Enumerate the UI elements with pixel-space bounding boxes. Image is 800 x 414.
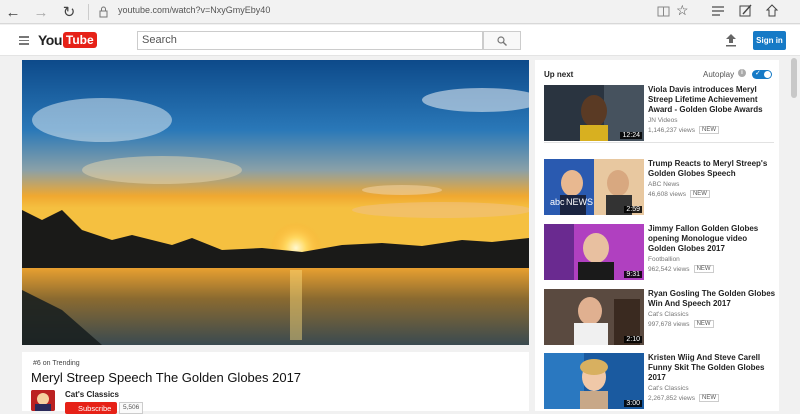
list-item[interactable]: 9:31 Jimmy Fallon Golden Globes opening … <box>544 224 774 280</box>
youtube-logo[interactable]: You Tube <box>38 31 97 49</box>
video-info-panel: #6 on Trending Meryl Streep Speech The G… <box>22 352 529 414</box>
scrollbar-thumb[interactable] <box>791 58 797 98</box>
search-button[interactable] <box>483 31 521 50</box>
list-item[interactable]: 12:24 Viola Davis introduces Meryl Stree… <box>544 85 774 141</box>
search-input[interactable]: Search <box>137 31 483 50</box>
address-bar[interactable]: youtube.com/watch?v=NxyGmyEby40 <box>118 5 270 15</box>
view-count: 962,542 views <box>648 265 690 273</box>
video-duration: 9:31 <box>624 271 642 278</box>
upload-icon[interactable] <box>725 33 737 47</box>
svg-text:abc: abc <box>550 197 565 207</box>
view-count: 997,678 views <box>648 320 690 328</box>
list-item[interactable]: abc NEWS 2:59 Trump Reacts to Meryl Stree… <box>544 159 774 215</box>
video-meta: 997,678 views NEW <box>648 320 714 328</box>
favorite-star-icon[interactable]: ☆ <box>676 2 689 19</box>
new-badge: NEW <box>698 394 719 402</box>
new-badge: NEW <box>693 265 714 273</box>
view-count: 2,267,852 views <box>648 394 695 402</box>
list-item[interactable]: 2:10 Ryan Gosling The Golden Globes Win … <box>544 289 776 345</box>
divider <box>544 142 774 143</box>
new-badge: NEW <box>693 320 714 328</box>
channel-name: ABC News <box>648 181 680 188</box>
video-duration: 2:59 <box>624 206 642 213</box>
view-count: 1,146,237 views <box>648 126 695 134</box>
web-note-icon[interactable] <box>739 4 752 18</box>
video-title[interactable]: Viola Davis introduces Meryl Streep Life… <box>648 85 776 115</box>
svg-text:NEWS: NEWS <box>566 197 593 207</box>
autoplay-label: Autoplay <box>703 70 735 79</box>
subscriber-count: 5,506 <box>119 402 144 414</box>
video-thumbnail[interactable]: 9:31 <box>544 224 644 280</box>
video-thumbnail[interactable]: 12:24 <box>544 85 644 141</box>
video-title[interactable]: Kristen Wiig And Steve Carell Funny Skit… <box>648 353 776 383</box>
browser-toolbar: ← → ↻ youtube.com/watch?v=NxyGmyEby40 ☆ <box>0 0 800 24</box>
scrollbar[interactable] <box>789 56 800 411</box>
reading-view-icon[interactable] <box>657 5 670 18</box>
video-meta: 2,267,852 views NEW <box>648 394 719 402</box>
new-badge: NEW <box>689 190 710 198</box>
subscribe-button[interactable]: Subscribe <box>65 402 117 414</box>
view-count: 46,608 views <box>648 190 686 198</box>
video-frame-sunset <box>22 60 529 345</box>
subscribe-label: Subscribe <box>78 403 112 413</box>
list-item[interactable]: 3:00 Kristen Wiig And Steve Carell Funny… <box>544 353 774 409</box>
video-title[interactable]: Jimmy Fallon Golden Globes opening Monol… <box>648 224 776 254</box>
lock-icon <box>99 6 108 18</box>
video-meta: 962,542 views NEW <box>648 265 714 273</box>
hub-icon[interactable] <box>712 6 724 17</box>
new-badge: NEW <box>698 126 719 134</box>
video-thumbnail[interactable]: 3:00 <box>544 353 644 409</box>
channel-name: Cat's Classics <box>648 311 689 318</box>
video-thumbnail[interactable]: abc NEWS 2:59 <box>544 159 644 215</box>
forward-icon[interactable]: → <box>30 2 52 22</box>
trending-badge[interactable]: #6 on Trending <box>33 360 80 367</box>
video-meta: 1,146,237 views NEW <box>648 126 719 134</box>
video-title[interactable]: Trump Reacts to Meryl Streep's Golden Gl… <box>648 159 776 179</box>
youtube-header: You Tube Search Sign in <box>0 25 800 56</box>
menu-icon[interactable] <box>19 36 29 45</box>
up-next-heading: Up next <box>544 70 574 79</box>
toolbar-divider <box>88 4 89 20</box>
video-title[interactable]: Ryan Gosling The Golden Globes Win And S… <box>648 289 776 309</box>
video-duration: 3:00 <box>624 400 642 407</box>
video-player[interactable] <box>22 60 529 345</box>
video-thumbnail[interactable]: 2:10 <box>544 289 644 345</box>
channel-avatar[interactable] <box>31 390 55 411</box>
channel-name: Footballion <box>648 256 680 263</box>
refresh-icon[interactable]: ↻ <box>58 2 80 22</box>
video-duration: 12:24 <box>620 132 642 139</box>
check-icon: ✓ <box>755 70 761 77</box>
video-duration: 2:10 <box>624 336 642 343</box>
channel-name[interactable]: Cat's Classics <box>65 390 119 399</box>
share-icon[interactable] <box>765 4 779 18</box>
search-icon <box>497 35 507 46</box>
channel-name: JN Videos <box>648 117 678 124</box>
video-title: Meryl Streep Speech The Golden Globes 20… <box>31 370 302 385</box>
video-meta: 46,608 views NEW <box>648 190 710 198</box>
info-icon[interactable]: i <box>738 69 746 77</box>
autoplay-toggle[interactable]: ✓ <box>752 70 772 79</box>
sign-in-button[interactable]: Sign in <box>753 31 786 50</box>
back-icon[interactable]: ← <box>2 2 24 22</box>
channel-name: Cat's Classics <box>648 385 689 392</box>
up-next-sidebar: Up next Autoplay i ✓ 12:24 Viola Davis i… <box>535 60 779 411</box>
